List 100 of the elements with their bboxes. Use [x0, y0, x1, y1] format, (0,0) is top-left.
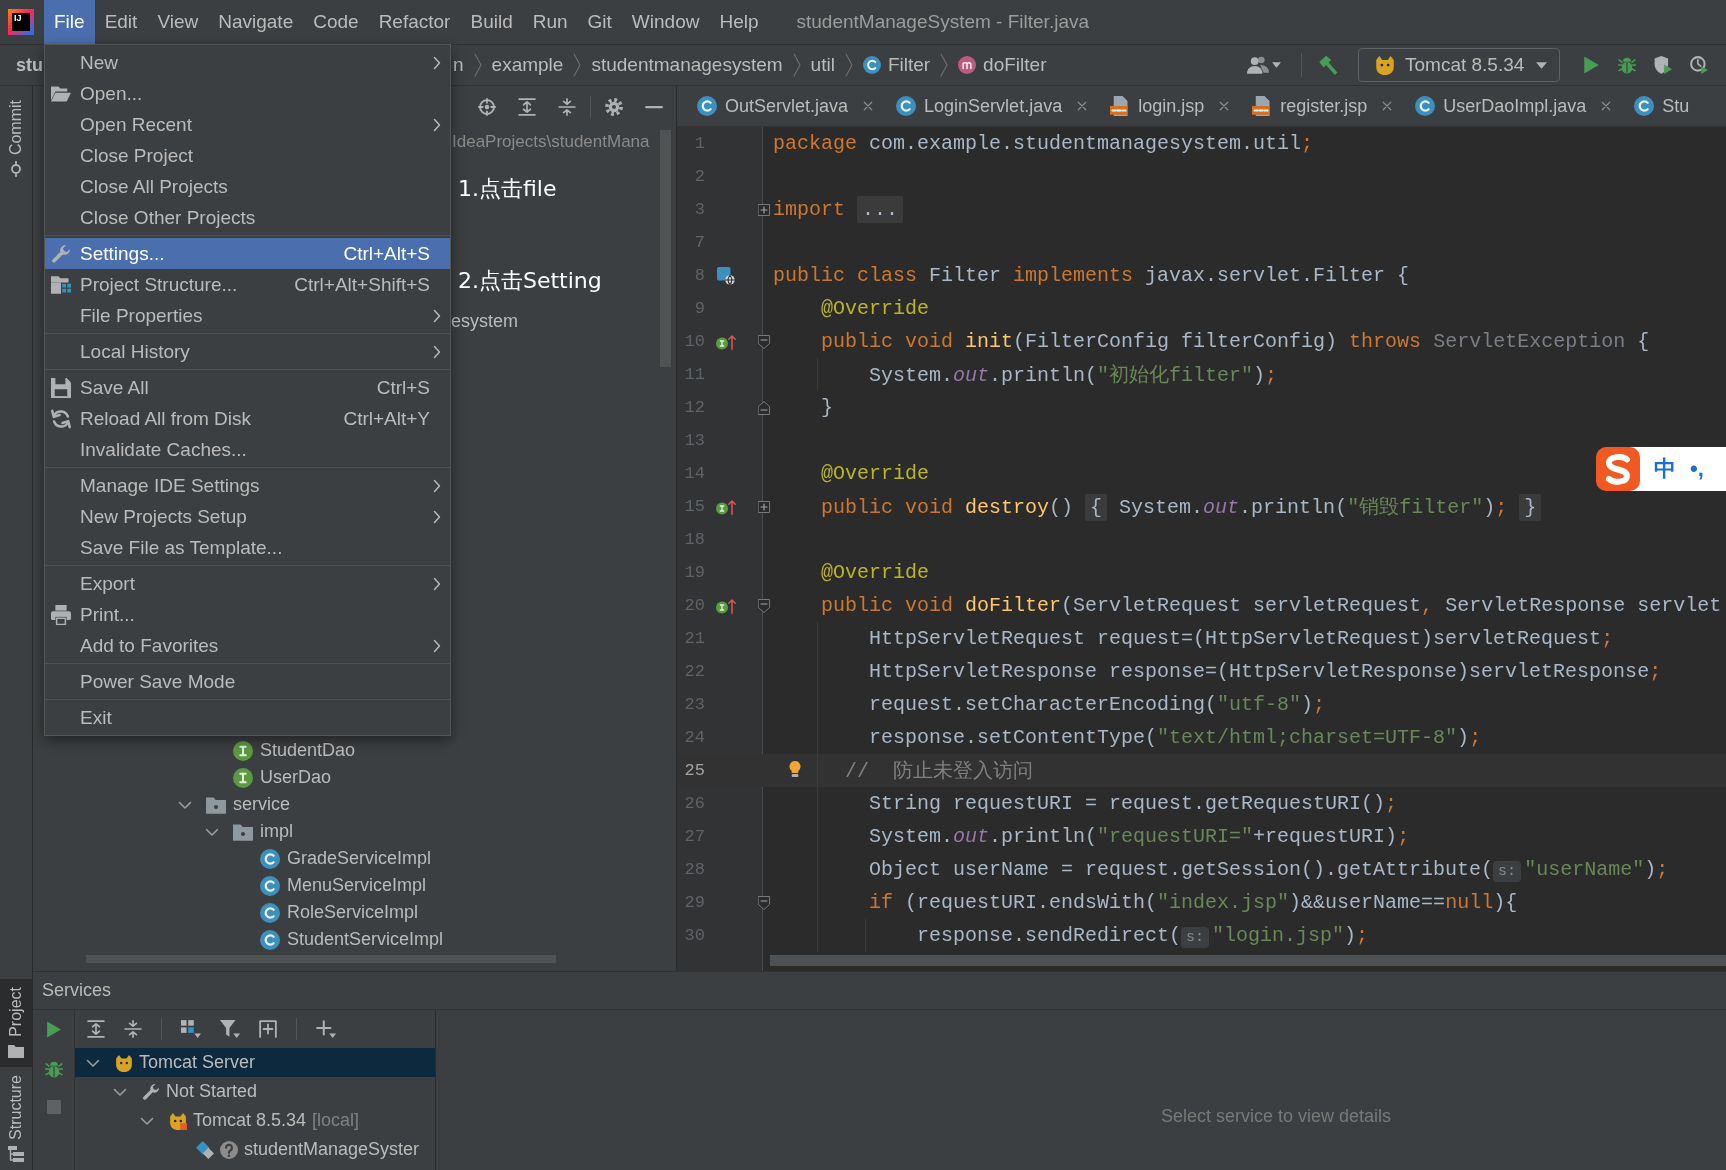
tree-item[interactable]: StudentServiceImpl [230, 926, 444, 953]
menu-bar-item[interactable]: Help [709, 0, 769, 44]
breadcrumb-item[interactable]: stu [16, 54, 43, 76]
up-arrow-marker-icon[interactable] [716, 597, 736, 614]
up-arrow-marker-icon[interactable] [716, 333, 736, 350]
breadcrumb-item[interactable]: n [453, 54, 464, 76]
hammer-icon[interactable] [1318, 55, 1338, 75]
tool-window-button[interactable]: Project [0, 979, 32, 1068]
close-icon[interactable] [1600, 100, 1613, 112]
add-icon[interactable] [316, 1020, 336, 1038]
run-icon[interactable] [1582, 56, 1600, 74]
tree-item[interactable]: esystem [451, 310, 519, 332]
menu-item[interactable]: Power Save Mode [45, 666, 450, 697]
fold-minus-icon[interactable] [758, 334, 770, 349]
menu-bar-item[interactable]: Refactor [368, 0, 461, 44]
punctuation-toggle[interactable]: •, [1690, 456, 1704, 482]
collapse-all-icon[interactable] [558, 97, 576, 116]
expand-all-icon[interactable] [518, 97, 536, 116]
breadcrumb-item[interactable]: studentmanagesystem [591, 54, 783, 76]
collapse-all-icon[interactable] [124, 1020, 142, 1038]
menu-bar-item[interactable]: Navigate [208, 0, 304, 44]
menu-item[interactable]: Add to Favorites [45, 630, 450, 661]
fold-plus-icon[interactable] [758, 203, 770, 216]
tree-item[interactable]: studentManageSyster [75, 1135, 435, 1164]
tree-item[interactable]: impl [203, 818, 293, 845]
tree-item[interactable]: UserDao [203, 764, 332, 791]
menu-item[interactable]: Close Other Projects [45, 202, 450, 233]
menu-item[interactable]: Invalidate Caches... [45, 434, 450, 465]
menu-item[interactable]: Print... [45, 599, 450, 630]
close-icon[interactable] [1076, 100, 1089, 112]
tree-item[interactable]: Tomcat 8.5.34 [local] [75, 1106, 435, 1135]
shield-run-icon[interactable] [1654, 56, 1672, 74]
menu-item[interactable]: Export [45, 568, 450, 599]
menu-item[interactable]: File Properties [45, 300, 450, 331]
scrollbar[interactable] [770, 955, 1726, 966]
ime-logo-icon[interactable] [1596, 447, 1640, 491]
new-tab-icon[interactable] [259, 1020, 277, 1038]
menu-item[interactable]: New [45, 47, 450, 78]
tool-window-button[interactable]: Commit [0, 92, 32, 186]
menu-item[interactable]: Local History [45, 336, 450, 367]
tree-item[interactable]: StudentDao [203, 737, 356, 764]
menu-bar-item[interactable]: File [44, 0, 95, 44]
editor-tab[interactable]: Stu [1614, 86, 1692, 126]
breadcrumb-item[interactable]: util [810, 54, 835, 76]
users-icon[interactable] [1247, 56, 1269, 74]
group-by-icon[interactable] [181, 1020, 201, 1038]
menu-item[interactable]: Open... [45, 78, 450, 109]
expand-all-icon[interactable] [87, 1020, 105, 1038]
locate-icon[interactable] [478, 97, 496, 116]
run-icon[interactable] [45, 1021, 62, 1038]
menu-bar-item[interactable]: Edit [94, 0, 148, 44]
menu-item[interactable]: Settings... Ctrl+Alt+S [45, 238, 450, 269]
breadcrumb-item[interactable]: example [491, 54, 564, 76]
tree-item[interactable]: MenuServiceImpl [230, 872, 427, 899]
tree-item[interactable]: RoleServiceImpl [230, 899, 419, 926]
tool-window-button[interactable]: Structure [0, 1067, 32, 1170]
breadcrumb-item[interactable]: doFilter [958, 54, 1047, 76]
tree-item[interactable]: GradeServiceImpl [230, 845, 432, 872]
run-configuration-dropdown[interactable]: Tomcat 8.5.34 [1358, 48, 1560, 82]
menu-bar-item[interactable]: Window [621, 0, 710, 44]
close-icon[interactable] [1381, 100, 1394, 112]
close-icon[interactable] [1218, 100, 1231, 112]
menu-bar-item[interactable]: Code [303, 0, 369, 44]
editor-tab[interactable]: OutServlet.java [677, 86, 877, 126]
tree-item[interactable]: Tomcat Server [75, 1048, 435, 1077]
close-icon[interactable] [862, 100, 875, 112]
debug-icon[interactable] [44, 1060, 63, 1078]
menu-item[interactable]: Save All Ctrl+S [45, 372, 450, 403]
menu-item[interactable]: Save File as Template... [45, 532, 450, 563]
tree-item[interactable]: service [176, 791, 290, 818]
editor-tab[interactable]: register.jsp [1232, 86, 1396, 126]
menu-item[interactable]: Close Project [45, 140, 450, 171]
lightbulb-icon[interactable] [787, 759, 803, 779]
menu-bar-item[interactable]: Run [522, 0, 578, 44]
menu-item[interactable]: Project Structure... Ctrl+Alt+Shift+S [45, 269, 450, 300]
filter-icon[interactable] [220, 1020, 240, 1038]
fold-minus-icon[interactable] [758, 895, 770, 910]
editor-tab[interactable]: login.jsp [1090, 86, 1233, 126]
fold-minus-icon[interactable] [758, 598, 770, 613]
menu-bar-item[interactable]: Git [577, 0, 622, 44]
editor-tab[interactable]: LoginServlet.java [876, 86, 1091, 126]
menu-item[interactable]: Manage IDE Settings [45, 470, 450, 501]
settings-icon[interactable] [605, 97, 623, 116]
menu-item[interactable]: Close All Projects [45, 171, 450, 202]
menu-item[interactable]: Reload All from Disk Ctrl+Alt+Y [45, 403, 450, 434]
menu-item[interactable]: Open Recent [45, 109, 450, 140]
breadcrumb-item[interactable]: Filter [862, 54, 931, 76]
up-arrow-marker-icon[interactable] [716, 498, 736, 515]
globe-class-icon[interactable] [717, 266, 735, 285]
tree-item[interactable]: Not Started [75, 1077, 435, 1106]
input-mode-toggle[interactable]: 中 [1654, 454, 1676, 484]
clock-run-icon[interactable] [1690, 56, 1708, 74]
fold-end-icon[interactable] [758, 400, 770, 415]
fold-plus-icon[interactable] [758, 500, 770, 513]
menu-item[interactable]: New Projects Setup [45, 501, 450, 532]
editor-tab[interactable]: UserDaoImpl.java [1395, 86, 1615, 126]
menu-item[interactable]: Exit [45, 702, 450, 733]
menu-bar-item[interactable]: Build [460, 0, 523, 44]
menu-bar-item[interactable]: View [147, 0, 209, 44]
debug-icon[interactable] [1618, 56, 1636, 74]
